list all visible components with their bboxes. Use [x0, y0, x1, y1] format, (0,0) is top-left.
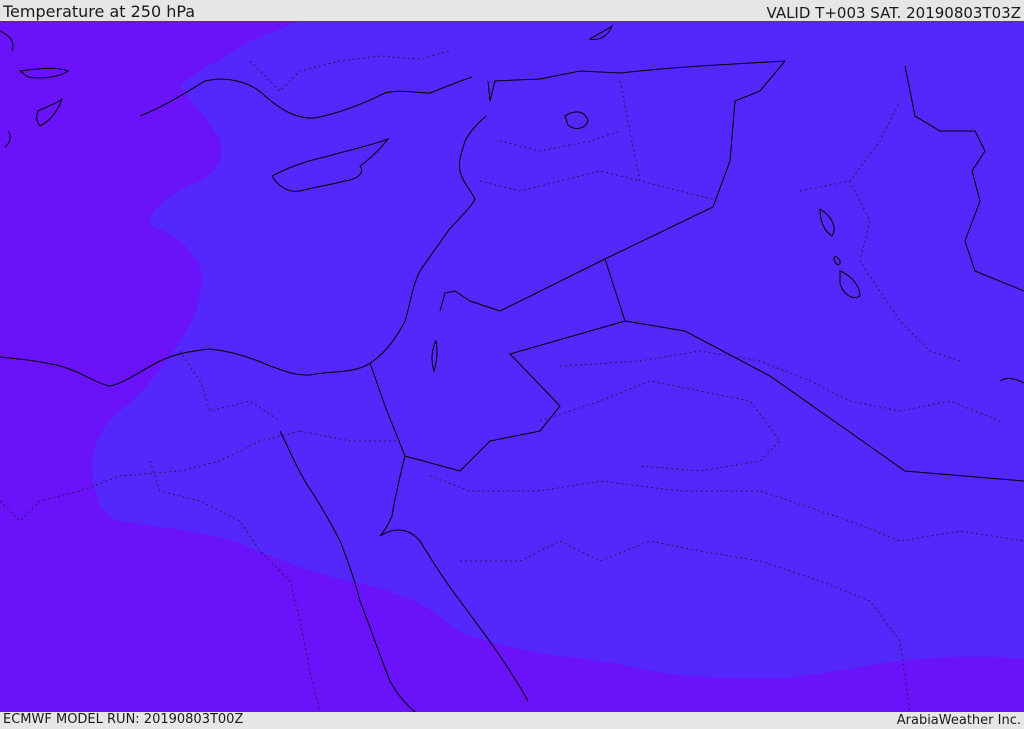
bottom-bar: ECMWF MODEL RUN: 20190803T00Z ArabiaWeat…: [0, 712, 1024, 729]
model-run-label: ECMWF MODEL RUN: 20190803T00Z: [3, 712, 244, 727]
credit-label: ArabiaWeather Inc.: [896, 713, 1021, 728]
valid-time-label: VALID T+003 SAT. 20190803T03Z: [766, 4, 1021, 22]
map-canvas: [0, 21, 1024, 712]
map-frame: Temperature at 250 hPa VALID T+003 SAT. …: [0, 0, 1024, 729]
map-area: [0, 21, 1024, 712]
map-title: Temperature at 250 hPa: [3, 2, 196, 21]
top-bar: Temperature at 250 hPa VALID T+003 SAT. …: [0, 0, 1024, 21]
